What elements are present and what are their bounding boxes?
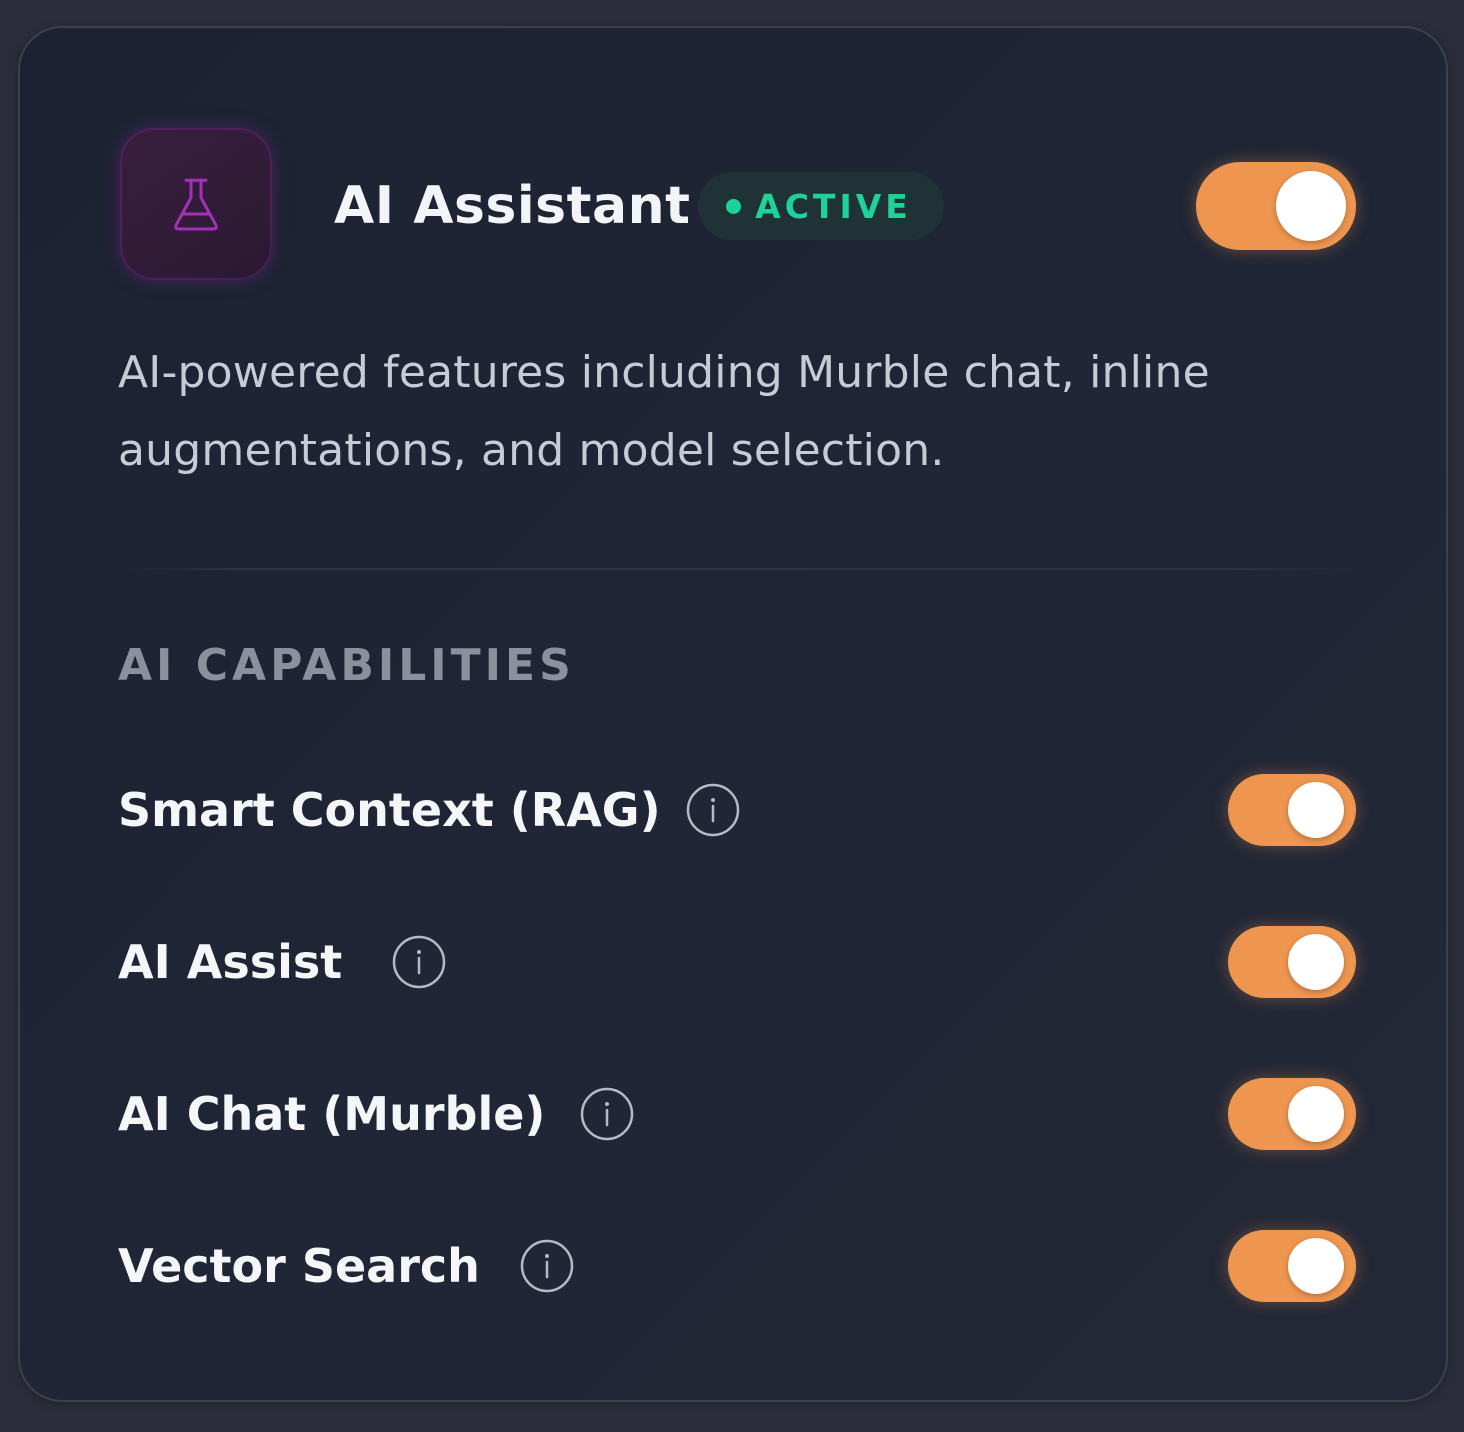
toggle-knob (1288, 1086, 1344, 1142)
status-badge: ACTIVE (698, 172, 944, 240)
status-dot-icon (726, 198, 742, 214)
page-title: AI Assistant (334, 176, 691, 236)
capability-row-smart-context: Smart Context (RAG) (118, 774, 1358, 846)
capability-label: Vector Search (118, 1239, 480, 1293)
feature-description: AI-powered features including Murble cha… (118, 347, 1210, 476)
ai-assist-toggle[interactable] (1228, 926, 1356, 998)
capability-label: AI Chat (Murble) (118, 1087, 546, 1141)
status-text: ACTIVE (755, 186, 912, 226)
capability-label: Smart Context (RAG) (118, 783, 661, 837)
capability-row-ai-assist: AI Assist (118, 926, 1358, 998)
info-icon[interactable] (520, 1239, 574, 1293)
toggle-knob (1288, 934, 1344, 990)
capability-row-ai-chat: AI Chat (Murble) (118, 1078, 1358, 1150)
vector-search-toggle[interactable] (1228, 1230, 1356, 1302)
capability-row-vector-search: Vector Search (118, 1230, 1358, 1302)
toggle-knob (1288, 782, 1344, 838)
ai-chat-toggle[interactable] (1228, 1078, 1356, 1150)
smart-context-toggle[interactable] (1228, 774, 1356, 846)
info-icon[interactable] (686, 783, 740, 837)
info-icon[interactable] (392, 935, 446, 989)
app-icon-tile (120, 128, 272, 280)
ai-assistant-card: AI Assistant ACTIVE AI-powered features … (18, 26, 1448, 1402)
divider (118, 568, 1358, 570)
flask-icon (174, 178, 218, 231)
ai-assistant-toggle[interactable] (1196, 162, 1356, 250)
section-heading: AI CAPABILITIES (118, 640, 575, 691)
toggle-knob (1288, 1238, 1344, 1294)
capability-label: AI Assist (118, 935, 343, 989)
toggle-knob (1276, 171, 1346, 241)
info-icon[interactable] (580, 1087, 634, 1141)
